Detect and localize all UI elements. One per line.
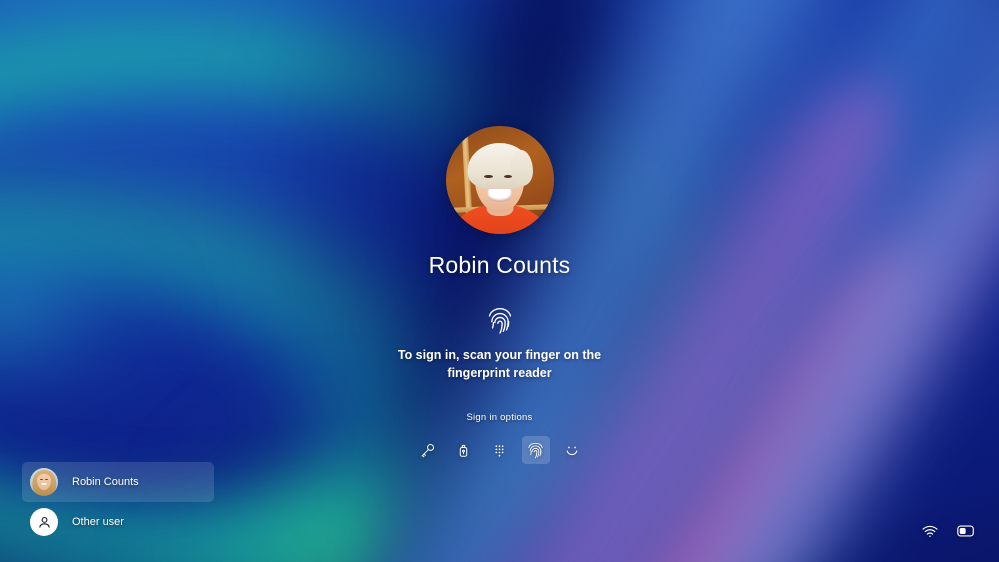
user-list-item-robin-counts[interactable]: Robin Counts [22, 462, 214, 502]
wifi-icon [922, 525, 938, 537]
signin-option-security-key[interactable] [450, 436, 478, 464]
sign-in-prompt-text: To sign in, scan your finger on the fing… [397, 348, 602, 380]
system-tray [919, 520, 977, 542]
sign-in-options-label: Sign in options [466, 412, 533, 423]
signin-option-password[interactable] [414, 436, 442, 464]
signin-option-face[interactable] [558, 436, 586, 464]
accessibility-icon [957, 525, 974, 537]
user-list-item-label: Robin Counts [72, 476, 139, 488]
network-button[interactable] [919, 520, 941, 542]
security-key-icon [459, 444, 468, 457]
user-list-item-other-user[interactable]: Other user [22, 502, 214, 542]
list-avatar-smile [41, 483, 47, 486]
avatar-photo-eye-left [484, 174, 493, 178]
sign-in-options-row [414, 436, 586, 464]
person-icon [38, 516, 50, 528]
lock-screen: Robin Counts To sign in, scan your finge… [0, 0, 999, 562]
key-icon [421, 443, 435, 457]
fingerprint-icon [528, 442, 543, 459]
face-smile-icon [566, 446, 577, 456]
signin-option-fingerprint[interactable] [521, 436, 550, 464]
avatar-photo-smile [487, 188, 512, 202]
signin-option-pin[interactable] [486, 436, 514, 464]
pin-keypad-icon [495, 444, 504, 457]
accessibility-button[interactable] [955, 520, 977, 542]
page-title: Robin Counts [428, 252, 571, 278]
sign-in-panel: Robin Counts To sign in, scan your finge… [0, 126, 999, 383]
avatar [445, 126, 554, 234]
avatar [30, 508, 58, 536]
user-list-item-label: Other user [72, 516, 124, 528]
fingerprint-icon [488, 307, 511, 334]
avatar-photo-eye-right [503, 174, 513, 178]
user-account-list: Robin Counts Other user [22, 462, 214, 542]
sign-in-options-section: Sign in options [0, 412, 999, 464]
avatar [30, 468, 58, 496]
